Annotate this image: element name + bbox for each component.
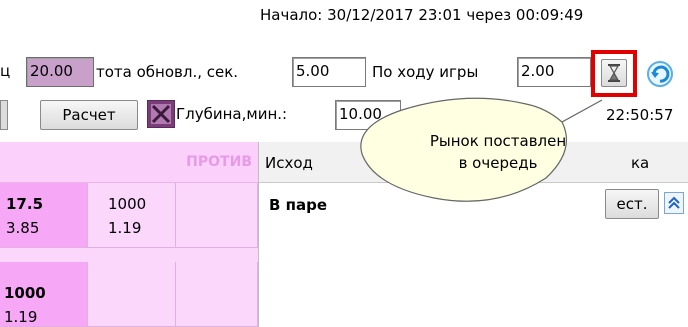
collapse-button[interactable]: [664, 192, 684, 214]
double-chevron-up-icon: [668, 196, 680, 209]
cut-button-edge[interactable]: [0, 100, 8, 130]
start-time-label: Начало: 30/12/2017 23:01 через 00:09:49: [260, 6, 584, 24]
odds-value: 1000: [108, 195, 147, 213]
odds-cell[interactable]: 1000 1.19: [0, 262, 88, 327]
grid-header: ПРОТИВ: [0, 142, 258, 183]
inplay-label: По ходу игры: [372, 63, 479, 81]
hourglass-button[interactable]: [601, 59, 627, 87]
tooltip-line: Рынок поставлен: [429, 132, 567, 150]
odds-cell[interactable]: [176, 183, 258, 248]
market-row-label: В паре: [269, 196, 328, 214]
tooltip-line: в очередь: [458, 154, 538, 172]
chart-cross-icon: [151, 104, 171, 124]
against-header: ПРОТИВ: [186, 154, 252, 170]
tooltip-text: Рынок поставлен в очередь: [398, 130, 598, 174]
odds-value: 1000: [4, 284, 46, 302]
odds-cell[interactable]: [176, 262, 258, 327]
odds-amount: 1.19: [108, 219, 142, 237]
refresh-rate-input[interactable]: 5.00: [292, 57, 366, 87]
highlight-value-field[interactable]: 20.00: [26, 57, 94, 87]
cut-label: ц: [0, 62, 11, 80]
depth-toggle-icon-box[interactable]: [147, 100, 175, 128]
odds-value: 17.5: [6, 195, 44, 213]
odds-cell[interactable]: 1000 1.19: [88, 183, 176, 248]
refresh-button[interactable]: [644, 58, 676, 90]
inplay-input[interactable]: 2.00: [517, 57, 591, 87]
depth-label: Глубина,мин.:: [176, 105, 288, 123]
hourglass-icon: [608, 64, 620, 82]
refresh-icon: [647, 61, 673, 87]
odds-cell[interactable]: [88, 262, 176, 327]
calc-button[interactable]: Расчет: [40, 100, 138, 130]
outcome-column-header[interactable]: Исход: [265, 154, 313, 172]
odds-cell[interactable]: 17.5 3.85: [0, 183, 88, 248]
odds-amount: 1.19: [4, 308, 38, 326]
refresh-rate-label: тота обновл., сек.: [96, 63, 239, 81]
odds-amount: 3.85: [6, 219, 40, 237]
